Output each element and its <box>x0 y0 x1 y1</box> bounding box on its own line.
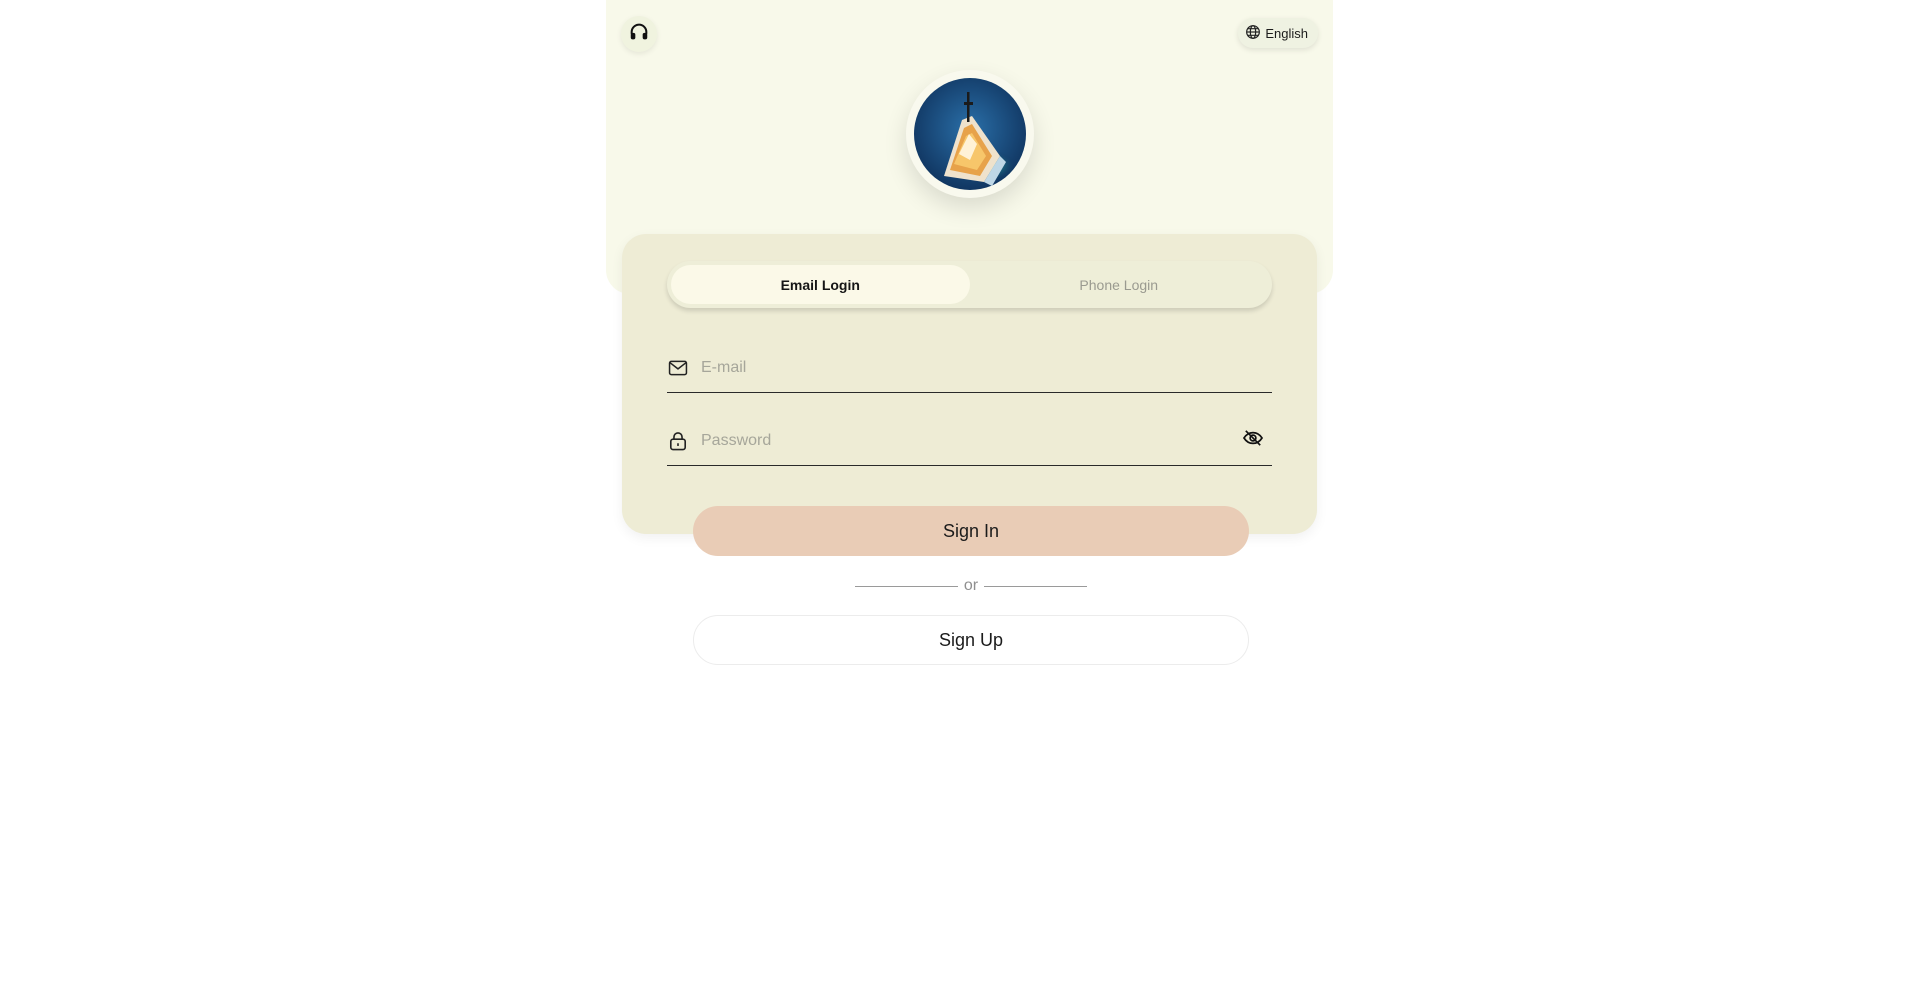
login-screen: English Email Login Phone Login E-mail S… <box>606 0 1333 993</box>
tab-email-login[interactable]: Email Login <box>671 265 970 304</box>
tab-phone-login[interactable]: Phone Login <box>970 265 1269 304</box>
logo-frame <box>906 70 1034 198</box>
globe-icon <box>1245 24 1261 43</box>
login-method-tabs: Email Login Phone Login <box>667 261 1272 308</box>
or-divider: or <box>855 575 1088 597</box>
divider-line-right <box>984 585 1088 587</box>
lock-icon <box>667 430 689 452</box>
password-input[interactable] <box>701 416 1238 465</box>
headset-icon <box>628 21 650 48</box>
yacht-logo <box>914 78 1026 190</box>
divider-label: or <box>963 577 979 594</box>
divider-line-left <box>855 585 958 587</box>
password-field-row <box>667 416 1272 466</box>
email-field-row <box>667 343 1272 393</box>
support-button[interactable] <box>621 16 657 52</box>
eye-off-icon <box>1242 429 1264 452</box>
email-input[interactable] <box>701 343 1272 392</box>
language-selector[interactable]: English <box>1238 18 1318 48</box>
language-label: English <box>1265 25 1308 41</box>
mail-icon <box>667 357 689 379</box>
toggle-password-visibility[interactable] <box>1238 426 1268 456</box>
sign-in-button[interactable]: Sign In <box>693 506 1249 556</box>
login-card: Email Login Phone Login <box>622 234 1317 534</box>
sign-up-button[interactable]: Sign Up <box>693 615 1249 665</box>
